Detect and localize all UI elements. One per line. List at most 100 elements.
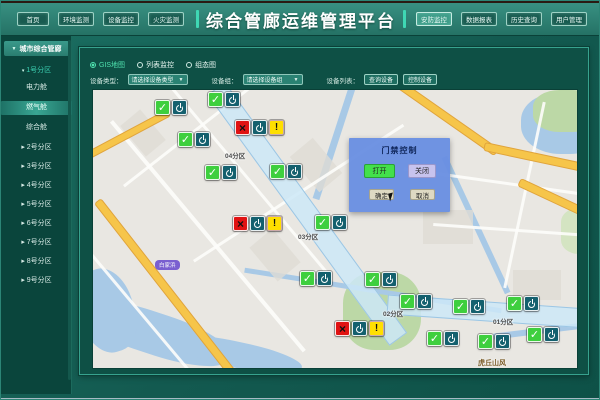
- status-fault-icon[interactable]: ×: [335, 321, 350, 336]
- nav-button-历史查询[interactable]: 历史查询: [506, 12, 542, 26]
- device-marker-normal[interactable]: ✓: [478, 334, 510, 349]
- gis-map[interactable]: 04分区03分区02分区01分区白家浜虎丘山风 ✓✓✓✓✓✓✓✓✓✓✓✓✓✓×!…: [92, 89, 578, 369]
- view-mode-组态图[interactable]: 组态图: [186, 60, 216, 70]
- open-button[interactable]: 打开: [364, 164, 395, 178]
- status-ok-icon[interactable]: ✓: [365, 272, 380, 287]
- power-toggle-icon[interactable]: [222, 165, 237, 180]
- status-fault-icon[interactable]: ×: [235, 120, 250, 135]
- sidebar-cabin-燃气舱[interactable]: 燃气舱: [1, 101, 72, 115]
- power-toggle-icon[interactable]: [317, 271, 332, 286]
- device-marker-normal[interactable]: ✓: [155, 100, 187, 115]
- device-marker-normal[interactable]: ✓: [427, 331, 459, 346]
- device-marker-normal[interactable]: ✓: [453, 299, 485, 314]
- power-toggle-icon[interactable]: [332, 215, 347, 230]
- device-type-value: 请选择设备类型: [132, 75, 174, 84]
- sidebar-cabin-电力舱[interactable]: 电力舱: [1, 81, 72, 95]
- sidebar-zone-8号分区[interactable]: ▸ 8号分区: [1, 256, 72, 268]
- power-toggle-icon[interactable]: [524, 296, 539, 311]
- status-ok-icon[interactable]: ✓: [208, 92, 223, 107]
- device-group-value: 请选择设备组: [247, 75, 283, 84]
- status-ok-icon[interactable]: ✓: [315, 215, 330, 230]
- power-toggle-icon[interactable]: [250, 216, 265, 231]
- device-list-button-查询设备[interactable]: 查询设备: [364, 74, 398, 85]
- sidebar-zone-3号分区[interactable]: ▸ 3号分区: [1, 161, 72, 173]
- cancel-button[interactable]: 取消: [410, 189, 435, 200]
- view-mode-列表监控[interactable]: 列表监控: [137, 60, 174, 70]
- alarm-warning-icon[interactable]: !: [269, 120, 284, 135]
- device-marker-normal[interactable]: ✓: [205, 165, 237, 180]
- power-toggle-icon[interactable]: [225, 92, 240, 107]
- sidebar-scrollbar[interactable]: [68, 40, 71, 380]
- sidebar-zone-1[interactable]: ▾ 1号分区: [1, 65, 72, 75]
- power-toggle-icon[interactable]: [470, 299, 485, 314]
- power-toggle-icon[interactable]: [495, 334, 510, 349]
- status-ok-icon[interactable]: ✓: [400, 294, 415, 309]
- sidebar-zone-7号分区[interactable]: ▸ 7号分区: [1, 237, 72, 249]
- status-ok-icon[interactable]: ✓: [453, 299, 468, 314]
- sidebar-zone-6号分区[interactable]: ▸ 6号分区: [1, 218, 72, 230]
- title-accent-left: [196, 10, 199, 28]
- nav-button-环境监测[interactable]: 环境监测: [58, 12, 94, 26]
- status-ok-icon[interactable]: ✓: [478, 334, 493, 349]
- device-group-label: 设备组：: [212, 75, 238, 85]
- power-toggle-icon[interactable]: [444, 331, 459, 346]
- power-toggle-icon[interactable]: [287, 164, 302, 179]
- device-marker-normal[interactable]: ✓: [400, 294, 432, 309]
- power-toggle-icon[interactable]: [252, 120, 267, 135]
- content-panel: GIS地图 列表监控 组态图 设备类型： 请选择设备类型 ▼ 设备组： 请选择设备组…: [79, 47, 589, 375]
- sidebar-zone-9号分区[interactable]: ▸ 9号分区: [1, 275, 72, 287]
- power-toggle-icon[interactable]: [352, 321, 367, 336]
- device-marker-normal[interactable]: ✓: [270, 164, 302, 179]
- device-marker-normal[interactable]: ✓: [178, 132, 210, 147]
- status-ok-icon[interactable]: ✓: [427, 331, 442, 346]
- sidebar-root-node[interactable]: ▼ 城市综合管廊: [4, 41, 69, 56]
- alarm-warning-icon[interactable]: !: [267, 216, 282, 231]
- power-stem: [478, 302, 480, 307]
- dialog-title: 门禁控制: [349, 145, 450, 156]
- sidebar: ▼ 城市综合管廊 ▾ 1号分区 电力舱燃气舱综合舱 ▸ 2号分区 ▸ 3号分区 ▸ …: [1, 36, 72, 394]
- nav-button-火灾监测[interactable]: 火灾监测: [148, 12, 184, 26]
- power-toggle-icon[interactable]: [172, 100, 187, 115]
- device-marker-alarm[interactable]: ×!: [235, 120, 284, 135]
- status-ok-icon[interactable]: ✓: [205, 165, 220, 180]
- sidebar-zone-4号分区[interactable]: ▸ 4号分区: [1, 180, 72, 192]
- nav-button-安防监控[interactable]: 安防监控: [416, 12, 452, 26]
- device-marker-alarm[interactable]: ×!: [335, 321, 384, 336]
- sidebar-zone-2号分区[interactable]: ▸ 2号分区: [1, 142, 72, 154]
- status-ok-icon[interactable]: ✓: [507, 296, 522, 311]
- alarm-warning-icon[interactable]: !: [369, 321, 384, 336]
- device-marker-normal[interactable]: ✓: [208, 92, 240, 107]
- power-toggle-icon[interactable]: [417, 294, 432, 309]
- power-toggle-icon[interactable]: [382, 272, 397, 287]
- power-toggle-icon[interactable]: [195, 132, 210, 147]
- sidebar-zone-5号分区[interactable]: ▸ 5号分区: [1, 199, 72, 211]
- view-mode-GIS地图[interactable]: GIS地图: [90, 60, 125, 70]
- app-window: 综合管廊运维管理平台 首页环境监测设备监控火灾监测 安防监控数据报表历史查询用户…: [0, 0, 600, 400]
- power-stem: [532, 299, 534, 304]
- device-list-button-控制设备[interactable]: 控制设备: [403, 74, 437, 85]
- close-button[interactable]: 关闭: [408, 164, 436, 178]
- nav-button-设备监控[interactable]: 设备监控: [103, 12, 139, 26]
- nav-button-用户管理[interactable]: 用户管理: [551, 12, 587, 26]
- power-toggle-icon[interactable]: [544, 327, 559, 342]
- status-ok-icon[interactable]: ✓: [300, 271, 315, 286]
- status-ok-icon[interactable]: ✓: [527, 327, 542, 342]
- status-ok-icon[interactable]: ✓: [178, 132, 193, 147]
- device-marker-normal[interactable]: ✓: [300, 271, 332, 286]
- nav-button-首页[interactable]: 首页: [17, 12, 49, 26]
- status-ok-icon[interactable]: ✓: [270, 164, 285, 179]
- device-marker-normal[interactable]: ✓: [365, 272, 397, 287]
- nav-button-数据报表[interactable]: 数据报表: [461, 12, 497, 26]
- device-marker-normal[interactable]: ✓: [315, 215, 347, 230]
- map-label-04分区: 04分区: [225, 150, 245, 160]
- status-fault-icon[interactable]: ×: [233, 216, 248, 231]
- device-marker-normal[interactable]: ✓: [527, 327, 559, 342]
- sidebar-cabin-综合舱[interactable]: 综合舱: [1, 121, 72, 135]
- status-ok-icon[interactable]: ✓: [155, 100, 170, 115]
- power-stem: [325, 274, 327, 279]
- device-type-dropdown[interactable]: 请选择设备类型 ▼: [128, 74, 188, 85]
- device-marker-normal[interactable]: ✓: [507, 296, 539, 311]
- device-marker-alarm[interactable]: ×!: [233, 216, 282, 231]
- device-group-dropdown[interactable]: 请选择设备组 ▼: [243, 74, 303, 85]
- device-type-label: 设备类型：: [90, 75, 123, 85]
